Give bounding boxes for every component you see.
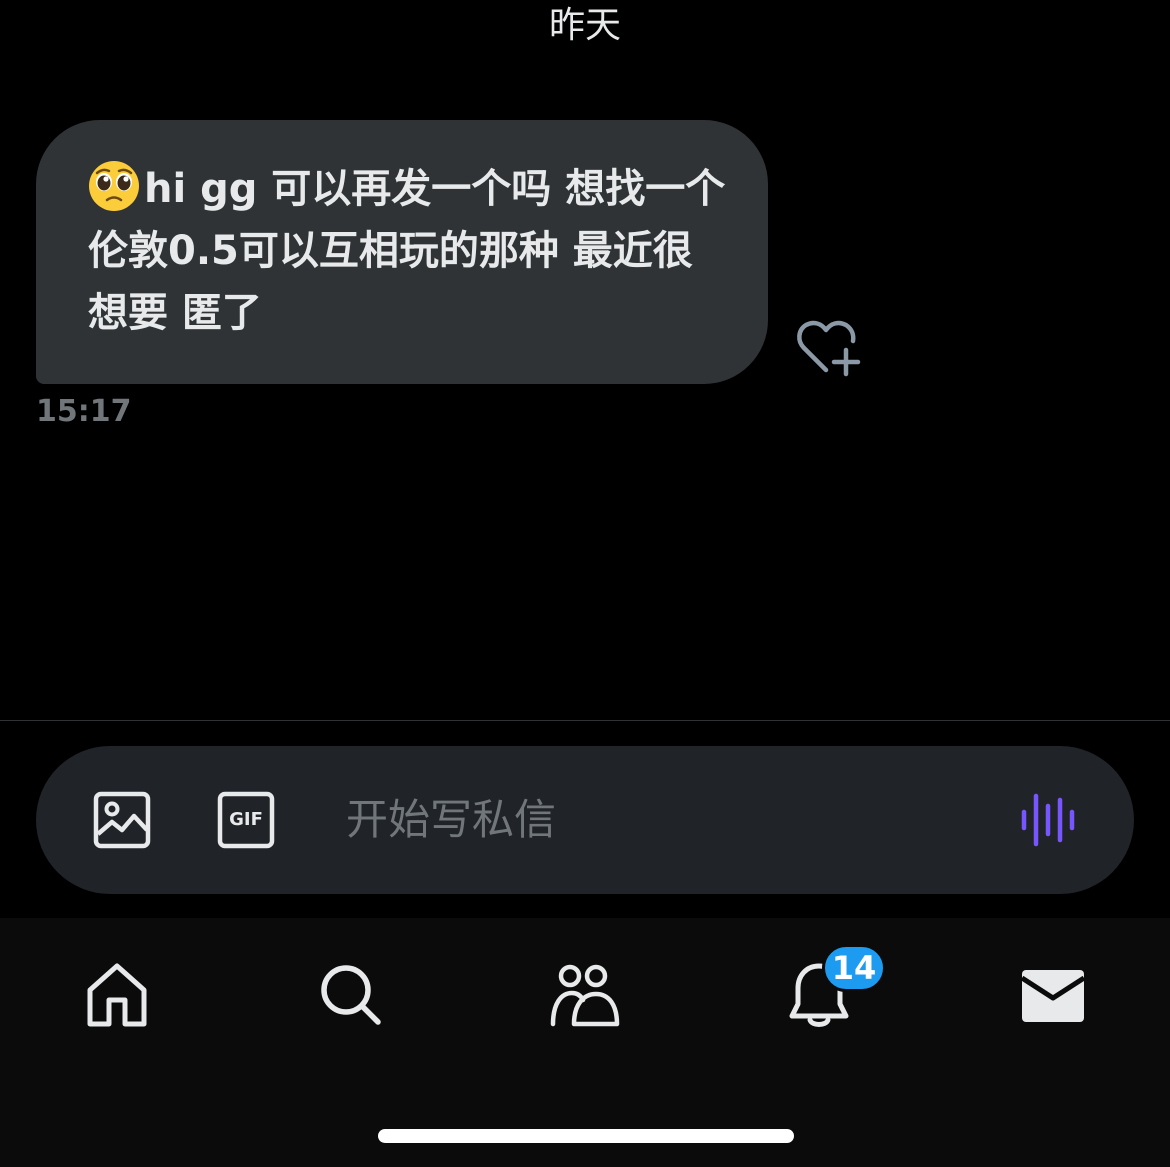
envelope-icon[interactable]: [1018, 960, 1088, 1030]
message-bubble[interactable]: hi gg 可以再发一个吗 想找一个伦敦0.5可以互相玩的那种 最近很想要 匿了: [36, 120, 768, 384]
day-separator-label: 昨天: [548, 5, 621, 46]
composer-divider: [0, 720, 1170, 721]
gif-icon[interactable]: GIF: [216, 790, 276, 850]
image-icon[interactable]: [92, 790, 152, 850]
home-icon[interactable]: [82, 960, 152, 1030]
message-text-content: hi gg 可以再发一个吗 想找一个伦敦0.5可以互相玩的那种 最近很想要 匿了: [88, 166, 726, 336]
message-composer[interactable]: GIF 开始写私信: [36, 746, 1134, 894]
add-reaction-heart-icon[interactable]: [796, 318, 862, 378]
search-icon[interactable]: [316, 960, 386, 1030]
message-text: hi gg 可以再发一个吗 想找一个伦敦0.5可以互相玩的那种 最近很想要 匿了: [88, 158, 728, 344]
pleading-face-emoji: [89, 161, 139, 211]
voice-message-icon[interactable]: [1018, 790, 1078, 850]
message-timestamp: 15:17: [36, 394, 132, 429]
notifications-count-badge: 14: [822, 944, 886, 992]
message-input[interactable]: 开始写私信: [346, 792, 556, 848]
people-icon[interactable]: [550, 960, 620, 1030]
gif-icon-label: GIF: [229, 809, 263, 830]
home-indicator[interactable]: [378, 1129, 794, 1143]
